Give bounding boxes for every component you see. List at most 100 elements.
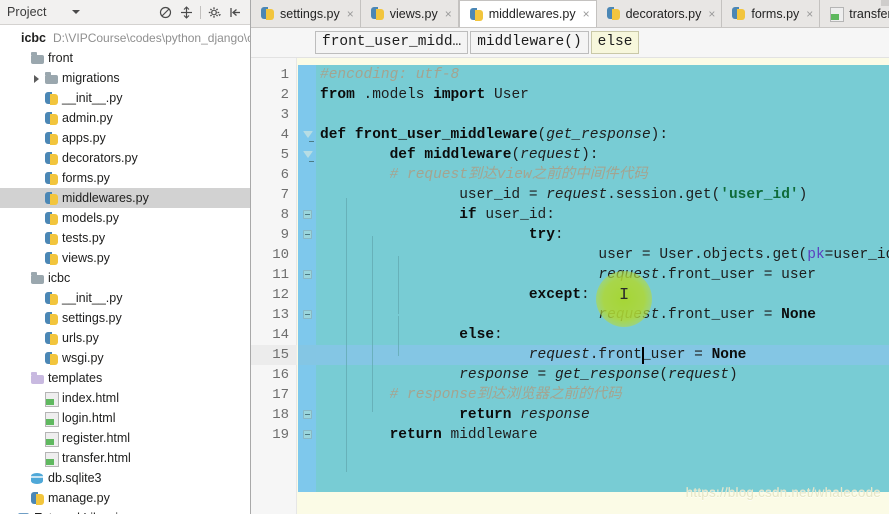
tree-row-manage-py[interactable]: manage.py [0, 488, 250, 508]
python-file-icon [606, 6, 621, 21]
tree-row-migrations[interactable]: migrations [0, 68, 250, 88]
folder-purple-icon [30, 371, 45, 386]
tree-row-models-py[interactable]: models.py [0, 208, 250, 228]
settings-gear-icon[interactable] [204, 2, 225, 23]
tab-close-icon[interactable]: × [347, 8, 354, 20]
tree-row-register-html[interactable]: register.html [0, 428, 250, 448]
breadcrumb-item-0[interactable]: front_user_midd… [315, 30, 469, 55]
breadcrumb-item-2[interactable]: else [590, 30, 640, 55]
tree-row-settings-py[interactable]: settings.py [0, 308, 250, 328]
editor-tab-decorators-py[interactable]: decorators.py × [596, 0, 723, 27]
editor-tab-settings-py[interactable]: settings.py × [251, 0, 361, 27]
tree-row-decorators-py[interactable]: decorators.py [0, 148, 250, 168]
tree-item-label: transfer.html [62, 451, 131, 465]
tree-row--init-py[interactable]: __init__.py [0, 288, 250, 308]
tab-close-icon[interactable]: × [806, 8, 813, 20]
watermark: https://blog.csdn.net/whalecode [685, 485, 881, 500]
tab-label: views.py [389, 6, 438, 21]
python-file-icon [44, 151, 59, 166]
code-line-16: response = get_response(request) [459, 367, 738, 383]
python-file-icon [44, 191, 59, 206]
code-line-13: request.front_user = None [598, 307, 816, 323]
tree-item-label: urls.py [62, 331, 99, 345]
tree-row-tests-py[interactable]: tests.py [0, 228, 250, 248]
code-fold-marker[interactable] [303, 310, 312, 319]
python-file-icon [30, 491, 45, 506]
project-file-tree[interactable]: icbc D:\VIPCourse\codes\python_django\ch f… [0, 26, 251, 517]
tree-row-urls-py[interactable]: urls.py [0, 328, 250, 348]
tree-row-login-html[interactable]: login.html [0, 408, 250, 428]
tab-label: forms.py [751, 6, 800, 21]
code-fold-marker[interactable] [303, 131, 314, 142]
folder-icon [44, 71, 59, 86]
tree-row-forms-py[interactable]: forms.py [0, 168, 250, 188]
tree-item-label: templates [48, 371, 103, 385]
toolbar-divider [200, 6, 201, 19]
tree-row-views-py[interactable]: views.py [0, 248, 250, 268]
python-file-icon [44, 171, 59, 186]
project-root-path: D:\VIPCourse\codes\python_django\ch [53, 31, 251, 45]
tree-item-label: tests.py [62, 231, 106, 245]
tree-row-templates[interactable]: templates [0, 368, 250, 388]
tab-close-icon[interactable]: × [445, 8, 452, 20]
tab-close-icon[interactable]: × [583, 8, 590, 20]
editor-tab-forms-py[interactable]: forms.py × [722, 0, 821, 27]
code-line-7: user_id = request.session.get('user_id') [389, 187, 808, 203]
tab-close-icon[interactable]: × [708, 8, 715, 20]
code-line-10: user = User.objects.get(pk=user_id) [459, 247, 889, 263]
tree-row-index-html[interactable]: index.html [0, 388, 250, 408]
tree-row-icbc[interactable]: icbc [0, 268, 250, 288]
tree-row-transfer-html[interactable]: transfer.html [0, 448, 250, 468]
chevron-down-icon[interactable] [71, 10, 80, 14]
python-file-icon [370, 6, 385, 21]
tree-row-apps-py[interactable]: apps.py [0, 128, 250, 148]
collapse-panel-icon[interactable] [225, 2, 246, 23]
html-file-icon [44, 411, 59, 427]
hide-icon[interactable] [155, 2, 176, 23]
tree-row-root[interactable]: icbc D:\VIPCourse\codes\python_django\ch [0, 28, 251, 48]
breadcrumb[interactable]: front_user_midd… middleware() else [251, 28, 889, 58]
collapse-all-icon[interactable] [176, 2, 197, 23]
indent-guide [346, 198, 347, 472]
python-file-icon [44, 211, 59, 226]
tab-label: middlewares.py [488, 7, 576, 21]
editor-tab-transfer-htm[interactable]: transfer.htm [820, 0, 889, 27]
project-tool-window: Project icbc D:\VIPCourse\codes\python_dj… [0, 0, 251, 517]
tree-item-label: migrations [62, 71, 120, 85]
code-fold-marker[interactable] [303, 270, 312, 279]
code-fold-marker[interactable] [303, 410, 312, 419]
code-fold-marker[interactable] [303, 230, 312, 239]
python-file-icon [731, 6, 746, 21]
tree-item-label: apps.py [62, 131, 106, 145]
python-file-icon [469, 7, 484, 22]
tree-item-label: index.html [62, 391, 119, 405]
python-file-icon [44, 111, 59, 126]
chevron-right-icon[interactable] [32, 73, 43, 84]
tree-row--init-py[interactable]: __init__.py [0, 88, 250, 108]
tree-row-middlewares-py[interactable]: middlewares.py [0, 188, 250, 208]
editor-tab-middlewares-py[interactable]: middlewares.py × [458, 0, 597, 27]
code-fold-marker[interactable] [303, 151, 314, 162]
code-fold-marker[interactable] [303, 430, 312, 439]
html-file-icon [44, 431, 59, 447]
tree-row-wsgi-py[interactable]: wsgi.py [0, 348, 250, 368]
code-editor[interactable]: 1 2 3 4 5 6 7 8 9 10 11 12 13 14 15 16 17 18 19 #encoding:… [251, 58, 889, 516]
editor-tab-bar[interactable]: settings.py × views.py × middlewares.py × deco… [251, 0, 889, 28]
editor-tab-views-py[interactable]: views.py × [360, 0, 459, 27]
tree-row-admin-py[interactable]: admin.py [0, 108, 250, 128]
tree-item-label: icbc [48, 271, 71, 285]
code-fold-marker[interactable] [303, 210, 312, 219]
python-file-icon [44, 311, 59, 326]
tree-row-front[interactable]: front [0, 48, 250, 68]
breadcrumb-item-1[interactable]: middleware() [470, 30, 589, 55]
tree-row-db-sqlite3[interactable]: db.sqlite3 [0, 468, 250, 488]
python-file-icon [44, 251, 59, 266]
